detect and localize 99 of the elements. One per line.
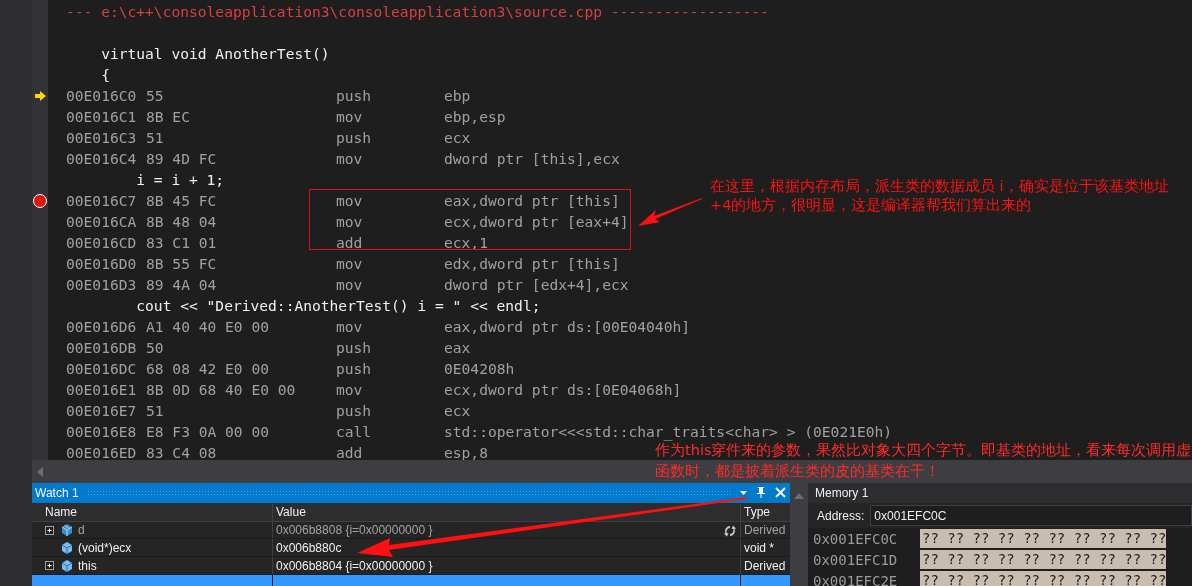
source-line: { — [100, 65, 110, 85]
memory-bytes: ?? ?? ?? ?? ?? ?? ?? ?? ?? ?? — [920, 529, 1167, 548]
instruction-bytes: 89 4D FC — [146, 149, 218, 169]
memory-bytes: ?? ?? ?? ?? ?? ?? ?? ?? ?? ?? — [920, 571, 1167, 586]
instruction-mnemonic: push — [336, 338, 373, 358]
variable-type: Derived — [744, 558, 786, 573]
instruction-address: 00E016E7 — [66, 401, 138, 421]
instruction-mnemonic: call — [336, 422, 373, 442]
refresh-icon[interactable] — [724, 524, 736, 537]
instruction-mnemonic: push — [336, 128, 373, 148]
instruction-bytes: 8B 48 04 — [146, 212, 218, 232]
dropdown-icon[interactable] — [740, 490, 747, 495]
instruction-operands: ebp,esp — [444, 107, 506, 127]
instruction-address: 00E016C0 — [66, 86, 138, 106]
instruction-bytes: 55 — [146, 86, 165, 106]
instruction-mnemonic: mov — [336, 317, 364, 337]
panel-title: Memory 1 — [815, 486, 869, 500]
source-line: i = i + 1; — [135, 170, 225, 190]
instruction-bytes: E8 F3 0A 00 00 — [146, 422, 270, 442]
source-line: virtual void AnotherTest() — [100, 44, 330, 64]
instruction-bytes: 8B EC — [146, 107, 191, 127]
instruction-bytes: 83 C1 01 — [146, 233, 218, 253]
variable-name: this — [78, 558, 97, 573]
instruction-address: 00E016E8 — [66, 422, 138, 442]
instruction-mnemonic: mov — [336, 275, 364, 295]
instruction-address: 00E016D3 — [66, 275, 138, 295]
instruction-mnemonic: add — [336, 233, 364, 253]
instruction-address: 00E016ED — [66, 443, 138, 460]
instruction-address: 00E016CA — [66, 212, 138, 232]
file-header: --- e:\c++\consoleapplication3\consoleapplication3\source.cpp ------------------ — [66, 2, 770, 22]
variable-value: 0x006b8808 {i=0x00000000 } — [276, 523, 433, 537]
memory-bytes: ?? ?? ?? ?? ?? ?? ?? ?? ?? ?? — [920, 550, 1167, 569]
instruction-address: 00E016DB — [66, 338, 138, 358]
variable-name: (void*)ecx — [78, 540, 132, 555]
instruction-bytes: 89 4A 04 — [146, 275, 218, 295]
instruction-mnemonic: push — [336, 401, 373, 421]
instruction-bytes: 8B 0D 68 40 E0 00 — [146, 380, 297, 400]
address-field[interactable]: 0x001EFC0C — [870, 505, 1192, 526]
instruction-operands: std::operator<<<std::char_traits<char> > (0E021E0h) — [444, 422, 893, 442]
instruction-mnemonic: mov — [336, 149, 364, 169]
column-header[interactable]: Name — [32, 502, 273, 521]
instruction-mnemonic: mov — [336, 380, 364, 400]
instruction-operands: edx,dword ptr [this] — [444, 254, 620, 274]
instruction-address: 00E016D6 — [66, 317, 138, 337]
instruction-address: 00E016E1 — [66, 380, 138, 400]
instruction-operands: ecx,1 — [444, 233, 488, 253]
variable-name: d — [78, 523, 85, 537]
memory-address: 0x001EFC1D — [812, 551, 899, 568]
annotation-text: 在这里，根据内存布局，派生类的数据成员 i，确实是位于该基类地址+4的地方，很明显，这是编译器帮我们算出来的 — [710, 177, 1170, 215]
expand-icon[interactable] — [45, 525, 54, 535]
memory-address: 0x001EFC0C — [812, 530, 899, 547]
annotation-arrow — [638, 196, 702, 228]
instruction-operands: ecx — [444, 128, 471, 148]
instruction-address: 00E016C7 — [66, 191, 138, 211]
instruction-bytes: 51 — [146, 401, 165, 421]
instruction-operands: dword ptr [edx+4],ecx — [444, 275, 629, 295]
memory-address: 0x001EFC2E — [812, 572, 899, 586]
instruction-address: 00E016CD — [66, 233, 138, 253]
annotation-text: 作为this穿件来的参数，果然比对象大四个字节。即基类的地址，看来每次调用虚函数时，都是披着派生类的皮的基类在干！ — [655, 441, 1192, 481]
instruction-operands: 0E04208h — [444, 359, 515, 379]
column-header[interactable]: Type — [741, 502, 790, 521]
instruction-operands: eax,dword ptr [this] — [444, 191, 620, 211]
close-icon[interactable] — [775, 487, 786, 499]
variable-value: 0x006b8804 {i=0x00000000 } — [276, 558, 433, 573]
instruction-operands: eax,dword ptr ds:[00E04040h] — [444, 317, 690, 337]
variable-type: Derived — [744, 523, 786, 537]
instruction-operands: dword ptr [this],ecx — [444, 149, 620, 169]
variable-type: void * — [744, 540, 775, 555]
instruction-bytes: A1 40 40 E0 00 — [146, 317, 270, 337]
expand-icon[interactable] — [45, 561, 54, 571]
source-line: cout << "Derived::AnotherTest() i = " << endl; — [135, 296, 541, 316]
instruction-bytes: 8B 45 FC — [146, 191, 218, 211]
instruction-bytes: 51 — [146, 128, 165, 148]
breakpoint-icon[interactable] — [33, 193, 47, 208]
instruction-bytes: 50 — [146, 338, 165, 358]
instruction-mnemonic: mov — [336, 191, 364, 211]
instruction-operands: ecx — [444, 401, 471, 421]
instruction-operands: ecx,dword ptr ds:[0E04068h] — [444, 380, 682, 400]
instruction-address: 00E016DC — [66, 359, 138, 379]
instruction-operands: ecx,dword ptr [eax+4] — [444, 212, 629, 232]
instruction-bytes: 8B 55 FC — [146, 254, 218, 274]
instruction-mnemonic: mov — [336, 107, 364, 127]
instruction-mnemonic: add — [336, 443, 364, 460]
instruction-operands: ebp — [444, 86, 471, 106]
instruction-bytes: 68 08 42 E0 00 — [146, 359, 270, 379]
instruction-address: 00E016C4 — [66, 149, 138, 169]
instruction-operands: eax — [444, 338, 471, 358]
variable-value: 0x006b880c — [276, 540, 342, 555]
instruction-address: 00E016C3 — [66, 128, 138, 148]
instruction-address: 00E016D0 — [66, 254, 138, 274]
instruction-mnemonic: push — [336, 359, 373, 379]
instruction-mnemonic: push — [336, 86, 373, 106]
pin-icon[interactable] — [755, 487, 767, 499]
instruction-mnemonic: mov — [336, 212, 364, 232]
instruction-bytes: 83 C4 08 — [146, 443, 218, 460]
panel-title: Watch 1 — [35, 485, 79, 500]
address-label: Address: — [817, 508, 865, 523]
instruction-address: 00E016C1 — [66, 107, 138, 127]
instruction-mnemonic: mov — [336, 254, 364, 274]
